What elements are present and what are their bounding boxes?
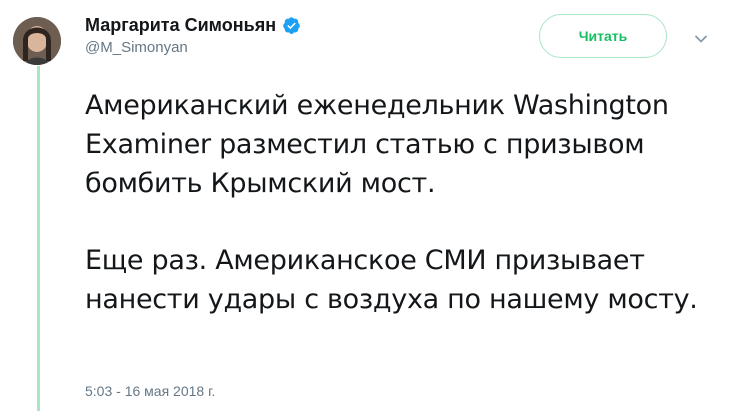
tweet-timestamp[interactable]: 5:03 - 16 мая 2018 г.: [85, 383, 215, 399]
tweet-paragraph: Еще раз. Американское СМИ призывает нане…: [85, 245, 698, 315]
name-row: Маргарита Симоньян: [85, 14, 301, 36]
user-handle[interactable]: @M_Simonyan: [85, 38, 301, 58]
verified-badge-icon: [282, 16, 301, 35]
follow-button[interactable]: Читать: [539, 14, 667, 58]
display-name[interactable]: Маргарита Симоньян: [85, 14, 276, 36]
chevron-down-icon[interactable]: [692, 30, 710, 48]
tweet-text: Американский еженедельник Washington Exa…: [85, 86, 725, 319]
tweet-paragraph: Американский еженедельник Washington Exa…: [85, 90, 669, 199]
avatar[interactable]: [13, 17, 61, 65]
avatar-image: [13, 17, 61, 65]
thread-line: [37, 66, 40, 411]
tweet-header: Маргарита Симоньян @M_Simonyan: [85, 14, 301, 58]
